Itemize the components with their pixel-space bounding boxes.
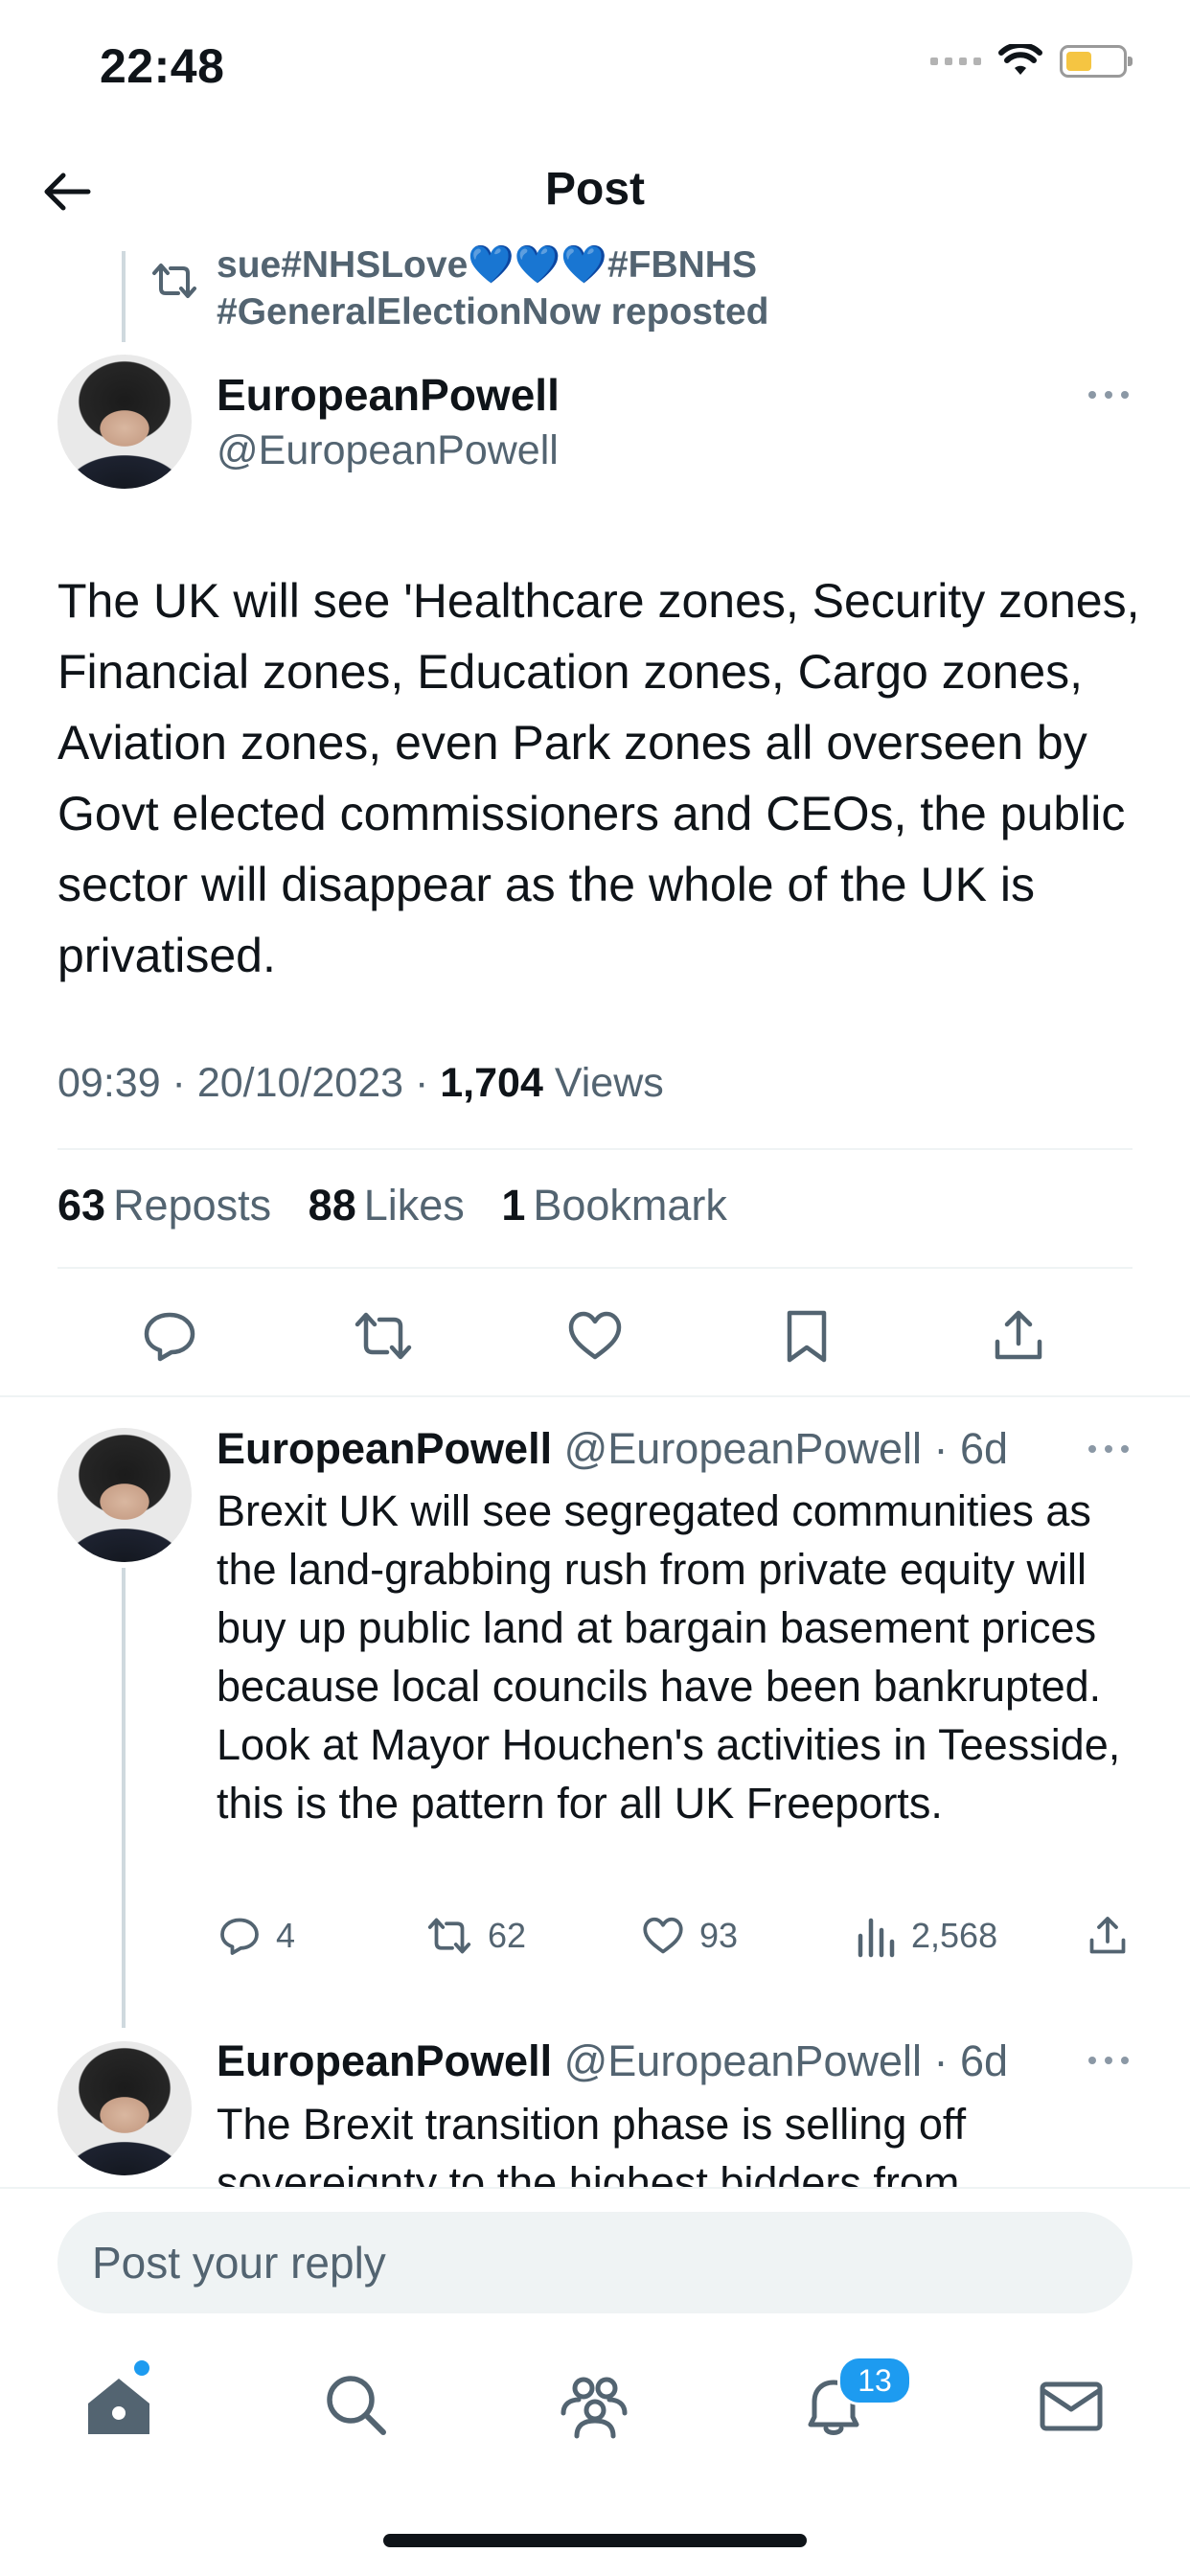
cellular-signal-icon bbox=[930, 58, 981, 65]
separator-dot: · bbox=[922, 2036, 960, 2085]
author-handle[interactable]: @EuropeanPowell bbox=[564, 2036, 922, 2085]
search-icon bbox=[327, 2376, 386, 2435]
reply-count: 4 bbox=[276, 1916, 296, 1955]
reply-text: Brexit UK will see segregated communitie… bbox=[217, 1486, 1121, 1828]
repost-icon bbox=[355, 1312, 412, 1360]
battery-icon bbox=[1060, 45, 1133, 78]
divider bbox=[0, 2187, 1190, 2189]
more-horizontal-icon bbox=[1088, 1445, 1129, 1453]
more-options-button[interactable] bbox=[1087, 2053, 1131, 2068]
repost-icon bbox=[427, 1918, 471, 1954]
views-button[interactable]: 2,568 bbox=[856, 1913, 997, 1959]
divider bbox=[0, 1395, 1190, 1397]
reply-input-placeholder: Post your reply bbox=[92, 2238, 386, 2288]
repost-context-line1: sue#NHSLove💙💙💙#FBNHS bbox=[217, 244, 757, 286]
reply-age: 6d bbox=[960, 1424, 1009, 1473]
home-unread-dot bbox=[134, 2360, 149, 2376]
more-options-button[interactable] bbox=[1087, 387, 1131, 402]
post-meta: 09:39 · 20/10/2023 · 1,704 Views bbox=[57, 1060, 664, 1106]
reply-button[interactable]: 4 bbox=[217, 1913, 295, 1959]
tab-messages[interactable] bbox=[1033, 2367, 1110, 2444]
thread-line bbox=[122, 1568, 126, 2028]
views-count: 1,704 bbox=[440, 1060, 543, 1106]
thread-line bbox=[122, 251, 126, 342]
home-icon bbox=[88, 2379, 149, 2434]
reposts-stat[interactable]: 63 Reposts bbox=[57, 1181, 271, 1230]
divider bbox=[57, 1148, 1133, 1150]
author-name[interactable]: EuropeanPowell bbox=[217, 1424, 552, 1473]
share-icon bbox=[995, 1310, 1042, 1360]
post-date: 20/10/2023 bbox=[196, 1060, 404, 1106]
mail-icon bbox=[1040, 2381, 1103, 2431]
author-name[interactable]: EuropeanPowell bbox=[217, 2036, 552, 2085]
reply-text: The Brexit transition phase is selling o… bbox=[217, 2100, 967, 2200]
share-button[interactable] bbox=[1085, 1913, 1131, 1959]
avatar[interactable] bbox=[57, 2041, 192, 2175]
reply-header: EuropeanPowell @EuropeanPowell · 6d bbox=[217, 1424, 1008, 1474]
share-icon bbox=[1089, 1917, 1126, 1954]
reposts-count: 63 bbox=[57, 1181, 106, 1230]
likes-stat[interactable]: 88 Likes bbox=[309, 1181, 465, 1230]
wifi-icon bbox=[998, 44, 1042, 75]
views-label: Views bbox=[554, 1060, 664, 1106]
like-button[interactable]: 93 bbox=[640, 1913, 738, 1959]
status-time: 22:48 bbox=[100, 39, 225, 93]
heart-icon bbox=[643, 1917, 683, 1954]
more-horizontal-icon bbox=[1088, 2057, 1129, 2064]
post-time: 09:39 bbox=[57, 1060, 161, 1106]
post-stats: 63 Reposts 88 Likes 1 Bookmark bbox=[57, 1181, 752, 1230]
author-name[interactable]: EuropeanPowell bbox=[217, 369, 560, 421]
repost-count: 62 bbox=[488, 1916, 527, 1955]
status-icons bbox=[930, 44, 1133, 79]
likes-label: Likes bbox=[363, 1181, 465, 1230]
communities-icon bbox=[561, 2377, 628, 2439]
like-count: 93 bbox=[699, 1916, 739, 1955]
share-button[interactable] bbox=[988, 1305, 1049, 1367]
page-title: Post bbox=[544, 164, 645, 215]
repost-button[interactable]: 62 bbox=[424, 1913, 526, 1959]
reply-age: 6d bbox=[960, 2036, 1009, 2085]
reply-header: EuropeanPowell @EuropeanPowell · 6d bbox=[217, 2036, 1008, 2086]
tab-search[interactable] bbox=[318, 2367, 395, 2444]
reply-button[interactable] bbox=[139, 1305, 200, 1367]
views-count: 2,568 bbox=[911, 1916, 998, 1955]
avatar[interactable] bbox=[57, 355, 192, 489]
divider bbox=[57, 1267, 1133, 1269]
likes-count: 88 bbox=[308, 1181, 356, 1230]
tab-home[interactable] bbox=[80, 2367, 157, 2444]
bookmark-button[interactable] bbox=[776, 1305, 837, 1367]
separator-dot: · bbox=[922, 1424, 960, 1473]
more-horizontal-icon bbox=[1088, 391, 1129, 399]
repost-icon bbox=[151, 262, 197, 300]
bookmark-icon bbox=[787, 1310, 827, 1363]
analytics-icon bbox=[858, 1918, 895, 1958]
author-handle[interactable]: @EuropeanPowell bbox=[564, 1424, 922, 1473]
bookmarks-stat[interactable]: 1 Bookmark bbox=[501, 1181, 727, 1230]
repost-context[interactable]: sue#NHSLove💙💙💙#FBNHS #GeneralElectionNow… bbox=[217, 242, 1127, 335]
reposts-label: Reposts bbox=[113, 1181, 272, 1230]
like-button[interactable] bbox=[564, 1305, 626, 1367]
avatar[interactable] bbox=[57, 1428, 192, 1562]
post-text: The UK will see 'Healthcare zones, Secur… bbox=[57, 574, 1140, 982]
author-handle[interactable]: @EuropeanPowell bbox=[217, 427, 559, 474]
repost-context-line2: #GeneralElectionNow reposted bbox=[217, 291, 769, 333]
bookmarks-count: 1 bbox=[501, 1181, 526, 1230]
notifications-badge: 13 bbox=[837, 2356, 912, 2405]
reply-input[interactable]: Post your reply bbox=[57, 2212, 1133, 2313]
reply-icon bbox=[220, 1918, 259, 1955]
heart-icon bbox=[568, 1311, 622, 1360]
repost-button[interactable] bbox=[353, 1305, 414, 1367]
reply-icon bbox=[144, 1312, 195, 1362]
tab-communities[interactable] bbox=[556, 2367, 632, 2444]
bookmarks-label: Bookmark bbox=[533, 1181, 727, 1230]
more-options-button[interactable] bbox=[1087, 1441, 1131, 1457]
home-indicator bbox=[383, 2534, 807, 2547]
